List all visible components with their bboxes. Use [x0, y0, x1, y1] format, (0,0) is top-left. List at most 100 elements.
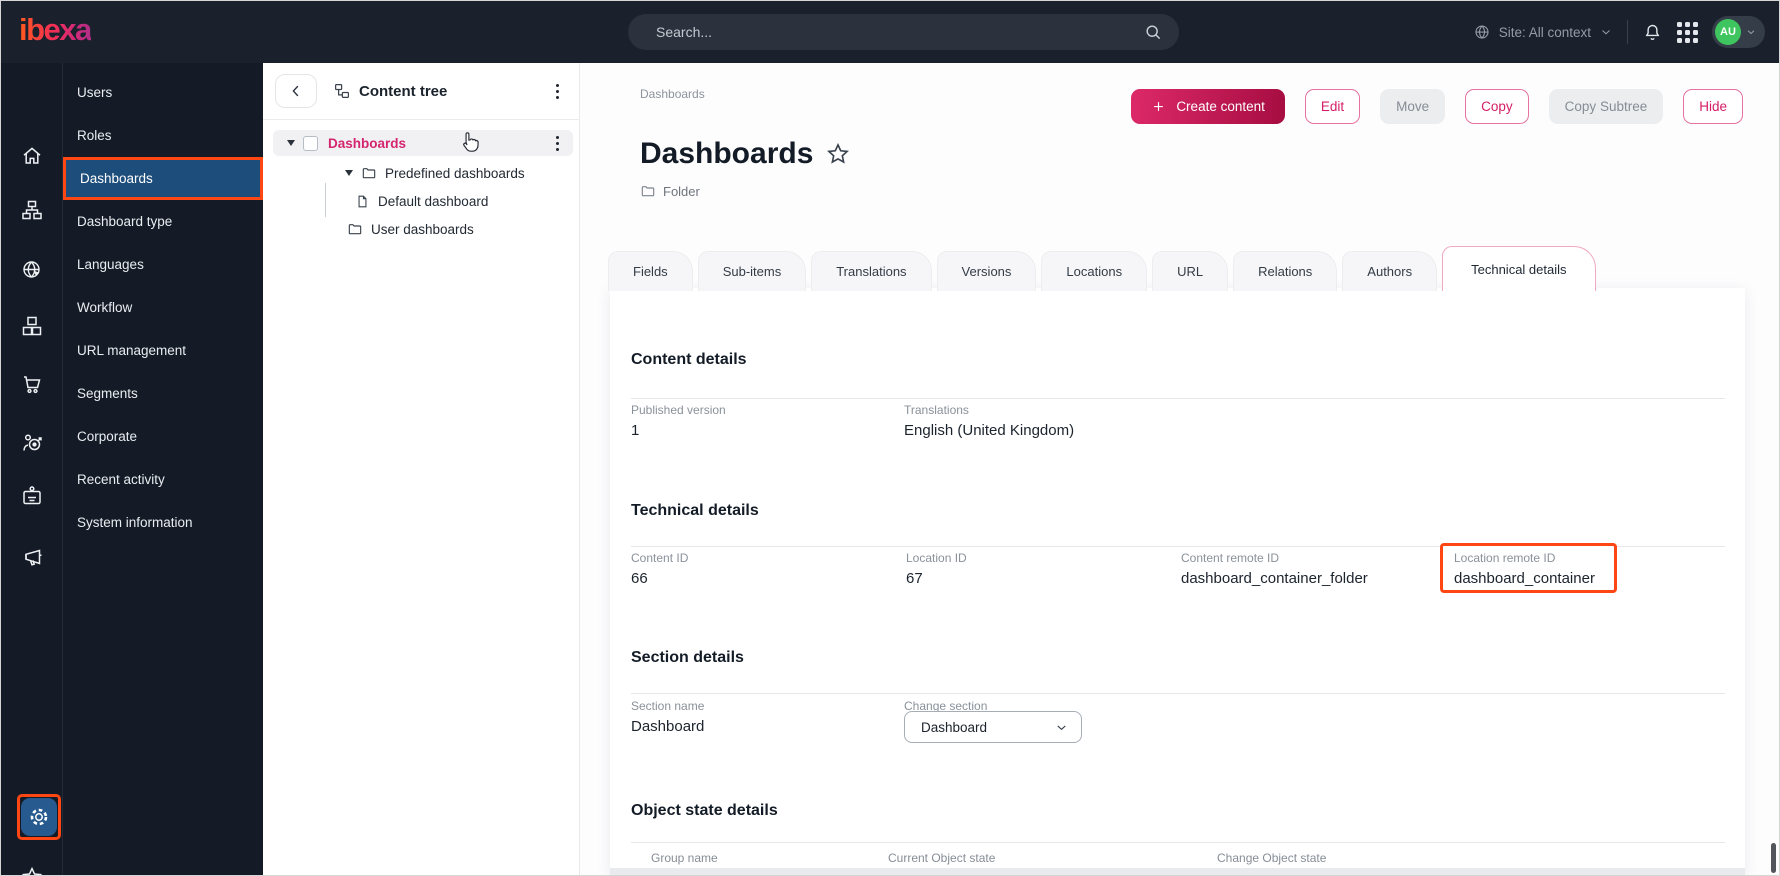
marketing-megaphone-icon[interactable]: [1, 545, 63, 569]
sidebar-item-recent-activity[interactable]: Recent activity: [63, 458, 263, 501]
sidebar-item-users[interactable]: Users: [63, 71, 263, 114]
field-content-remote-id: Content remote ID dashboard_container_fo…: [1181, 551, 1368, 587]
tree-node-user-dashboards[interactable]: User dashboards: [263, 217, 579, 241]
change-section-dropdown[interactable]: Dashboard: [904, 711, 1082, 743]
topbar-right-cluster: Site: All context AU: [1473, 1, 1765, 63]
field-published-version: Published version 1: [631, 403, 726, 439]
content-tree-title: Content tree: [359, 83, 447, 100]
move-button[interactable]: Move: [1380, 89, 1445, 124]
sidebar-item-languages[interactable]: Languages: [63, 243, 263, 286]
divider: [631, 842, 1725, 843]
settings-highlight-box: [17, 794, 61, 840]
app-grid-icon[interactable]: [1677, 22, 1698, 43]
sidebar-item-dashboards[interactable]: Dashboards: [63, 157, 263, 200]
site-globe-icon[interactable]: [1, 258, 63, 282]
edit-button[interactable]: Edit: [1305, 89, 1360, 124]
tab-technical-details[interactable]: Technical details: [1442, 246, 1595, 291]
admin-sidebar: Users Roles Dashboards Dashboard type La…: [63, 63, 263, 875]
file-icon: [355, 194, 370, 209]
site-context-selector[interactable]: Site: All context: [1473, 23, 1613, 41]
icon-rail: [1, 63, 63, 875]
sidebar-item-roles[interactable]: Roles: [63, 114, 263, 157]
globe-icon: [1473, 23, 1491, 41]
settings-gear-icon[interactable]: [21, 798, 57, 836]
tab-relations[interactable]: Relations: [1233, 251, 1337, 291]
avatar[interactable]: AU: [1715, 19, 1741, 45]
sidebar-item-corporate[interactable]: Corporate: [63, 415, 263, 458]
folder-icon: [640, 183, 656, 199]
tab-translations[interactable]: Translations: [811, 251, 931, 291]
caret-down-icon[interactable]: [287, 140, 295, 146]
site-context-label: Site: All context: [1499, 25, 1591, 40]
content-structure-icon[interactable]: [1, 198, 63, 222]
ibexa-logo[interactable]: ibexa: [19, 12, 91, 48]
personalization-target-icon[interactable]: [1, 431, 63, 455]
tab-sub-items[interactable]: Sub-items: [698, 251, 807, 291]
sidebar-item-segments[interactable]: Segments: [63, 372, 263, 415]
tree-node-default-dashboard[interactable]: Default dashboard: [263, 189, 579, 213]
bookmark-star-icon[interactable]: [825, 141, 851, 167]
content-tree-header: Content tree: [263, 63, 579, 120]
caret-down-icon[interactable]: [345, 170, 353, 176]
node-options-kebab-icon[interactable]: [552, 130, 563, 156]
tab-url[interactable]: URL: [1152, 251, 1228, 291]
content-details-heading: Content details: [631, 351, 747, 369]
commerce-cart-icon[interactable]: [1, 372, 63, 396]
copy-button[interactable]: Copy: [1465, 89, 1529, 124]
breadcrumb[interactable]: Dashboards: [640, 87, 705, 101]
plus-icon: [1151, 99, 1166, 114]
field-location-remote-id: Location remote ID dashboard_container: [1454, 551, 1614, 587]
tab-locations[interactable]: Locations: [1041, 251, 1147, 291]
field-translations: Translations English (United Kingdom): [904, 403, 1074, 439]
corporate-badge-icon[interactable]: [1, 484, 63, 508]
folder-icon: [361, 165, 377, 181]
location-remote-id-highlight-box: Location remote ID dashboard_container: [1440, 543, 1617, 593]
field-location-id: Location ID 67: [906, 551, 967, 587]
tab-bar: Fields Sub-items Translations Versions L…: [608, 246, 1596, 291]
topbar-divider: [1627, 20, 1628, 44]
copy-subtree-button[interactable]: Copy Subtree: [1549, 89, 1664, 124]
tree-node-checkbox[interactable]: [303, 136, 318, 151]
search-icon[interactable]: [1143, 22, 1163, 42]
sidebar-item-workflow[interactable]: Workflow: [63, 286, 263, 329]
cutoff-row-band: [610, 868, 1745, 876]
tree-options-kebab-icon[interactable]: [552, 78, 563, 104]
scrollbar-thumb[interactable]: [1771, 843, 1776, 873]
sidebar-item-system-information[interactable]: System information: [63, 501, 263, 544]
tab-versions[interactable]: Versions: [937, 251, 1037, 291]
tree-node-predefined-dashboards[interactable]: Predefined dashboards: [263, 161, 579, 185]
tab-fields[interactable]: Fields: [608, 251, 693, 291]
section-details-heading: Section details: [631, 649, 744, 667]
user-menu[interactable]: AU: [1712, 16, 1765, 48]
search-input[interactable]: [654, 23, 1135, 41]
chevron-down-icon: [1054, 720, 1069, 735]
content-tree-icon: [333, 82, 351, 100]
content-tree-panel: Content tree Dashboards Predefined dashb…: [263, 63, 580, 875]
sidebar-item-url-management[interactable]: URL management: [63, 329, 263, 372]
technical-details-card: Content details Published version 1 Tran…: [610, 288, 1745, 876]
tab-authors[interactable]: Authors: [1342, 251, 1437, 291]
object-state-details-heading: Object state details: [631, 802, 778, 820]
collapse-tree-button[interactable]: [275, 74, 317, 108]
field-content-id: Content ID 66: [631, 551, 688, 587]
hide-button[interactable]: Hide: [1683, 89, 1743, 124]
divider: [631, 693, 1725, 694]
divider: [631, 398, 1725, 399]
topbar: ibexa Site: All context AU: [1, 1, 1779, 63]
bookmarks-star-icon[interactable]: [1, 865, 63, 876]
global-search[interactable]: [628, 14, 1179, 50]
chevron-left-icon: [287, 82, 305, 100]
chevron-down-icon: [1599, 25, 1613, 39]
page-title: Dashboards: [640, 137, 813, 171]
content-type-label: Folder: [663, 184, 700, 199]
modules-icon[interactable]: [1, 314, 63, 338]
cursor-hand-icon: [456, 129, 482, 155]
action-buttons: Create content Edit Move Copy Copy Subtr…: [1131, 89, 1743, 124]
home-icon[interactable]: [1, 144, 63, 168]
notifications-bell-icon[interactable]: [1642, 22, 1663, 43]
create-content-button[interactable]: Create content: [1131, 89, 1285, 124]
column-current-object-state: Current Object state: [888, 851, 995, 865]
sidebar-item-dashboard-type[interactable]: Dashboard type: [63, 200, 263, 243]
chevron-down-icon: [1745, 26, 1757, 38]
tree-node-dashboards[interactable]: Dashboards: [273, 130, 573, 156]
